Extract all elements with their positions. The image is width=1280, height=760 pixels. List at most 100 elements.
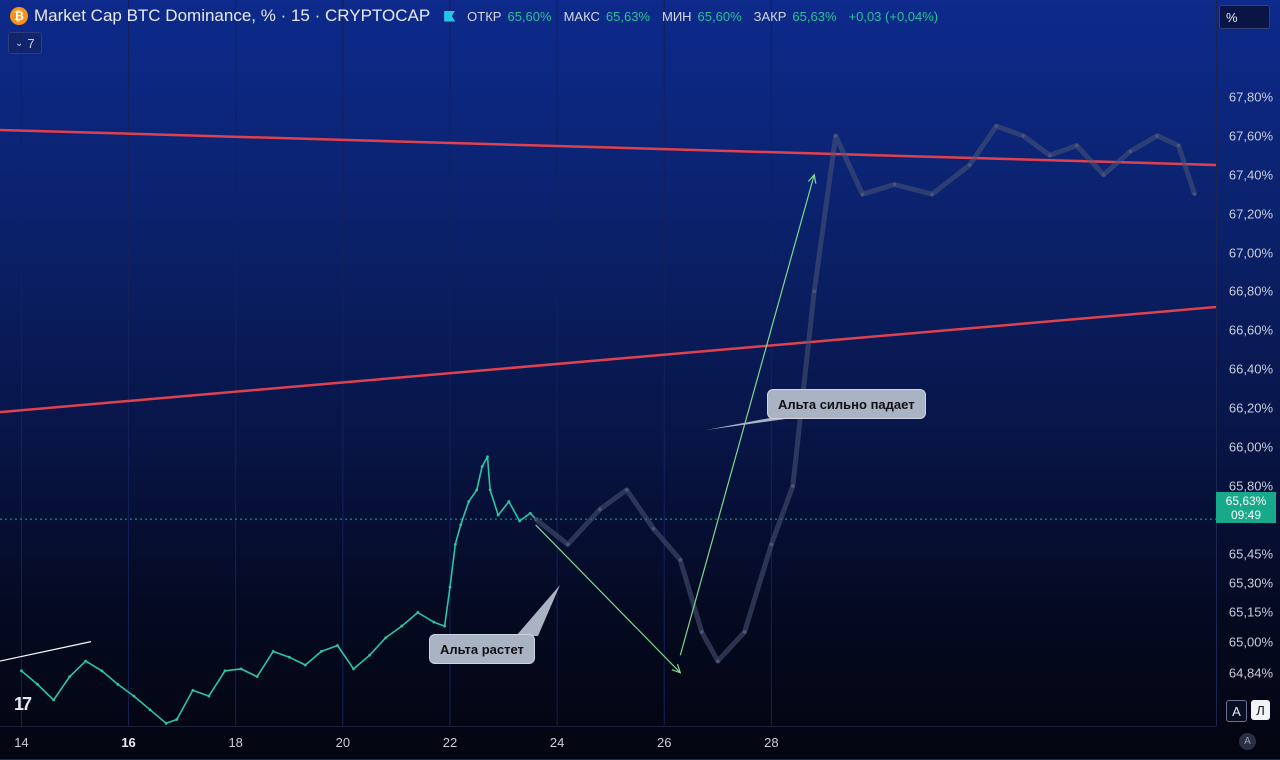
series-point <box>892 182 897 187</box>
y-tick-label: 67,80% <box>1228 89 1273 105</box>
y-tick-label: 67,40% <box>1228 167 1273 183</box>
trendline <box>0 641 92 662</box>
scale-log-button[interactable]: Л <box>1251 700 1270 720</box>
series-point <box>100 669 104 673</box>
series-point <box>384 636 388 640</box>
y-tick-label: 67,00% <box>1228 245 1273 261</box>
series-point <box>651 527 656 531</box>
series-point <box>368 653 372 657</box>
series-point <box>68 675 72 679</box>
callout-pointer <box>516 585 560 636</box>
series-point <box>566 542 570 547</box>
series-point <box>132 694 136 698</box>
series-point <box>486 455 489 459</box>
x-tick-label: 22 <box>442 735 458 750</box>
series-point <box>207 694 211 698</box>
chart-grid <box>20 0 772 726</box>
series-point <box>716 659 720 663</box>
auto-fit-button[interactable]: A <box>1239 733 1256 750</box>
series-point <box>148 708 152 712</box>
high-label: МАКС <box>563 8 600 24</box>
series-point <box>967 163 972 167</box>
price-scale[interactable]: 67,80% 67,60% 67,40% 67,20% 67,00% 66,80% 66,6… <box>1216 0 1280 726</box>
series-point <box>453 542 457 546</box>
series-point <box>191 688 195 692</box>
series-point <box>1128 149 1133 154</box>
series-point <box>624 488 629 492</box>
series-point <box>678 558 683 562</box>
current-price-tag: 65,63% 09:49 <box>1216 492 1276 523</box>
low-label: МИН <box>661 8 692 24</box>
callout-alt-falls[interactable]: Альта сильно падает <box>767 389 926 419</box>
trendlines <box>0 128 1216 662</box>
open-label: ОТКР <box>467 8 502 24</box>
series-point <box>518 519 522 523</box>
series-point <box>507 500 511 503</box>
series-point <box>930 192 934 196</box>
x-tick-label: 16 <box>121 735 136 750</box>
y-tick-label: 65,00% <box>1228 634 1273 650</box>
series-point <box>416 611 420 614</box>
trendline <box>0 305 1216 414</box>
series-point <box>432 620 436 624</box>
y-tick-label: 66,40% <box>1228 361 1273 377</box>
series-point <box>533 517 538 521</box>
indicators-toggle[interactable]: ⌄ 7 <box>8 32 42 54</box>
open-value: 65,60% <box>507 8 552 24</box>
series-point <box>1176 143 1181 148</box>
series-point <box>336 644 339 647</box>
series-point <box>994 124 999 128</box>
series-point <box>1021 134 1025 138</box>
series-point <box>1074 143 1079 148</box>
y-tick-label: 67,20% <box>1228 206 1273 222</box>
callout-pointers <box>516 417 800 636</box>
series-point <box>475 488 479 492</box>
y-tick-label: 65,45% <box>1228 546 1273 562</box>
series-point <box>448 585 452 589</box>
scale-auto-button[interactable]: A <box>1226 700 1247 722</box>
series-point <box>400 624 404 628</box>
unit-button[interactable]: % <box>1219 5 1270 29</box>
series-point <box>488 488 492 492</box>
series-point <box>303 663 307 667</box>
series-point <box>36 683 39 686</box>
series-point <box>496 513 500 517</box>
series-point <box>791 484 795 488</box>
series-point <box>175 718 179 721</box>
y-tick-label: 67,60% <box>1228 128 1273 144</box>
x-tick-label: 28 <box>764 735 779 750</box>
y-tick-label: 66,00% <box>1228 439 1273 455</box>
series-point <box>459 523 463 527</box>
flag-icon[interactable] <box>444 10 456 22</box>
series-point <box>1048 153 1052 158</box>
y-tick-label: 65,15% <box>1228 604 1273 620</box>
x-tick-label: 18 <box>228 735 243 750</box>
series-point <box>1192 192 1197 196</box>
high-value: 65,63% <box>605 8 650 24</box>
series-point <box>812 289 817 294</box>
bitcoin-icon: ₿ <box>10 7 28 25</box>
x-tick-label: 26 <box>657 735 672 750</box>
series-point <box>769 542 774 547</box>
x-tick-label: 24 <box>549 735 565 750</box>
series-point <box>598 507 602 512</box>
series-point <box>164 721 168 725</box>
series-point <box>467 500 471 503</box>
x-tick-label: 20 <box>335 735 351 750</box>
y-tick-label: 66,80% <box>1228 283 1273 299</box>
callout-alt-rises[interactable]: Альта растет <box>429 634 535 664</box>
time-axis[interactable]: 14 16 18 20 22 24 26 28 <box>0 726 1216 760</box>
trendline <box>0 128 1216 167</box>
tradingview-logo-icon[interactable]: 17 <box>14 694 32 715</box>
projection-arrows <box>535 173 817 674</box>
series-point <box>20 669 23 673</box>
close-value: 65,63% <box>792 8 837 24</box>
chart-header: ₿ Market Cap BTC Dominance, % · 15 · CRY… <box>10 5 944 27</box>
series-point <box>480 465 484 468</box>
symbol-title[interactable]: Market Cap BTC Dominance, % · 15 · CRYPT… <box>34 6 430 26</box>
x-tick-label: 14 <box>14 735 29 750</box>
bar-countdown: 09:49 <box>1230 508 1262 522</box>
y-tick-label: 64,84% <box>1228 665 1273 681</box>
price-chart[interactable] <box>0 0 1216 726</box>
low-value: 65,60% <box>697 8 742 24</box>
